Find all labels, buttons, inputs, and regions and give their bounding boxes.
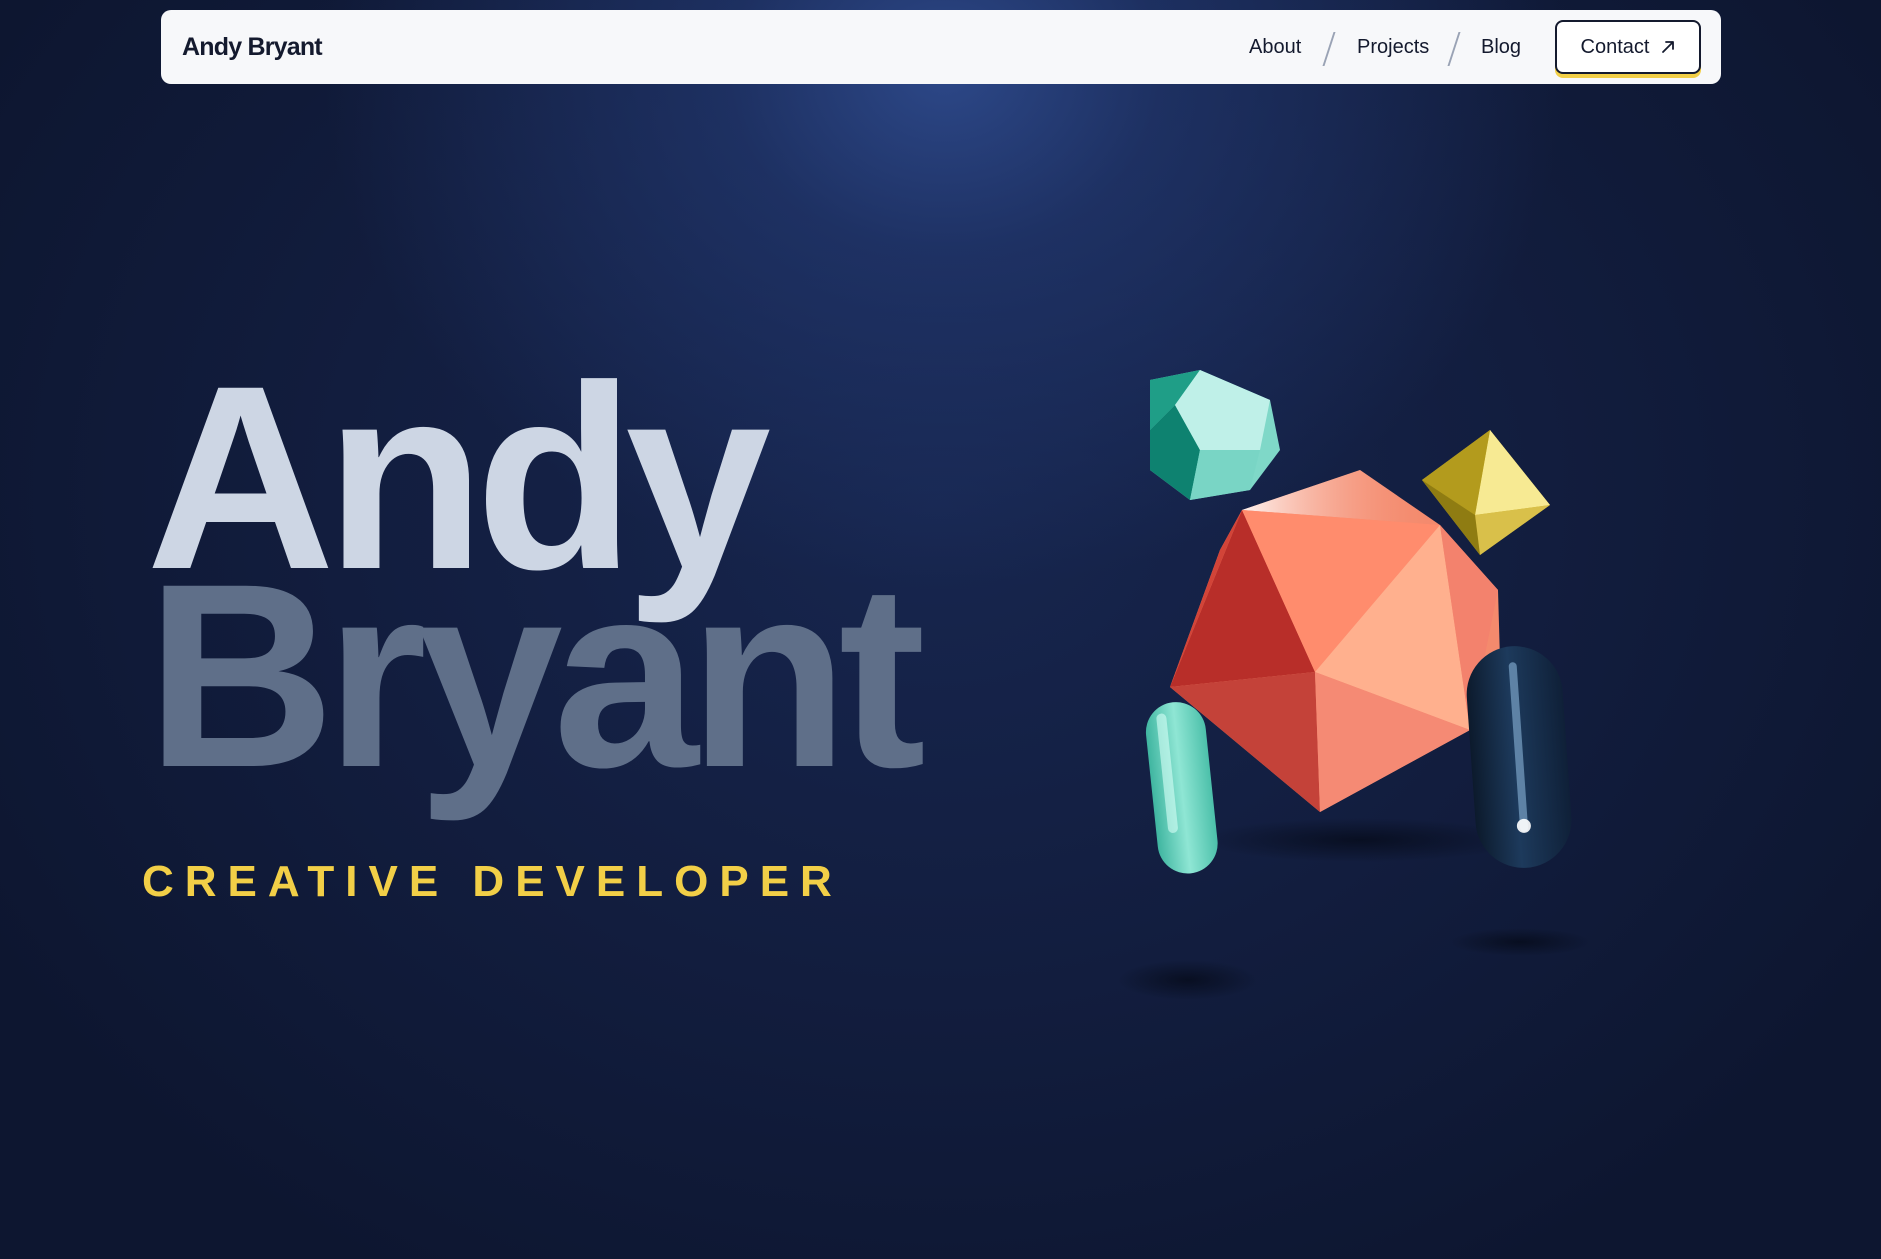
hero-3d-artwork bbox=[1118, 370, 1590, 1000]
contact-button[interactable]: Contact bbox=[1555, 20, 1701, 74]
teal-capsule bbox=[1145, 702, 1218, 874]
arrow-up-right-icon bbox=[1662, 41, 1675, 53]
shape-shadow bbox=[1450, 928, 1590, 956]
nav-link-projects[interactable]: Projects bbox=[1357, 10, 1429, 84]
navy-capsule bbox=[1466, 646, 1572, 868]
brand-logo[interactable]: Andy Bryant bbox=[182, 10, 323, 84]
shape-shadow bbox=[1200, 818, 1520, 862]
nav-divider bbox=[1447, 32, 1461, 66]
coral-icosahedron bbox=[1170, 470, 1500, 812]
hero-tagline: CREATIVE DEVELOPER bbox=[142, 857, 843, 906]
nav-link-blog[interactable]: Blog bbox=[1481, 10, 1521, 84]
hero-last-name: Bryant bbox=[146, 529, 926, 822]
shape-shadow bbox=[1118, 960, 1258, 1000]
contact-button-label: Contact bbox=[1580, 35, 1650, 58]
navbar: Andy Bryant About Projects Blog Contact bbox=[161, 10, 1721, 84]
nav-divider bbox=[1322, 32, 1336, 66]
teal-dodecahedron bbox=[1150, 370, 1280, 500]
nav-link-about[interactable]: About bbox=[1249, 10, 1301, 84]
